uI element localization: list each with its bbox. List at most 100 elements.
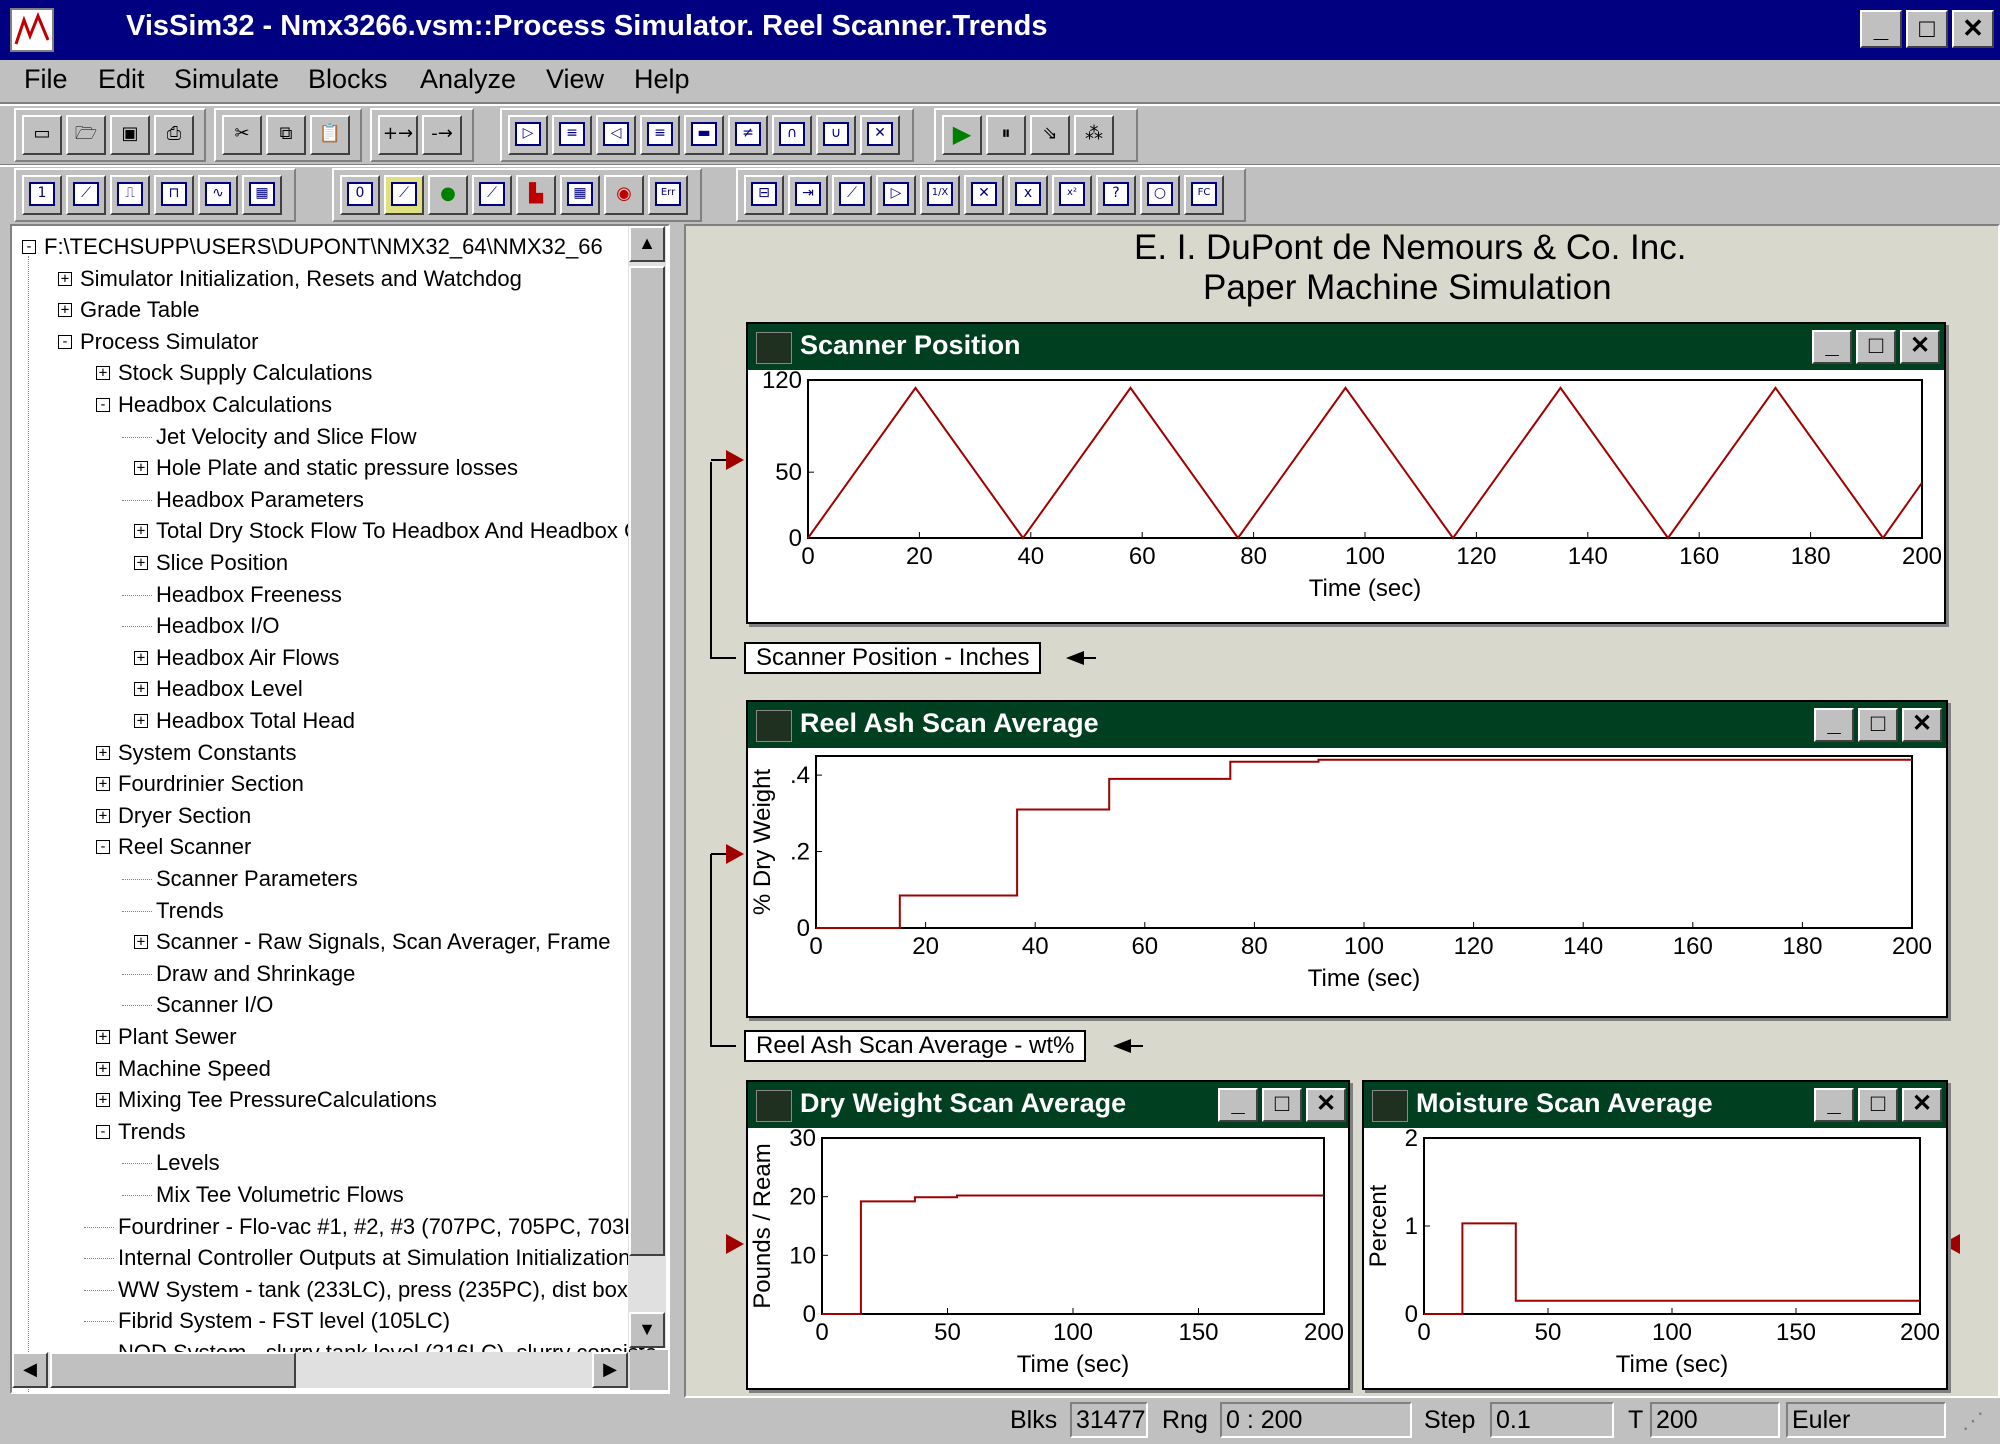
cut-icon[interactable]: ✂: [222, 115, 262, 155]
tree-item[interactable]: Process Simulator: [80, 327, 259, 357]
collapse-icon[interactable]: -: [58, 334, 72, 349]
tree-item[interactable]: Fourdriner - Flo-vac #1, #2, #3 (707PC, …: [118, 1212, 655, 1242]
tree-item[interactable]: Stock Supply Calculations: [118, 358, 372, 388]
block-tool-6-icon[interactable]: ≠: [728, 115, 768, 155]
plot-minimize-button[interactable]: _: [1812, 330, 1852, 364]
display-block-icon[interactable]: 0: [340, 175, 380, 215]
tree-item[interactable]: Headbox Parameters: [156, 485, 364, 515]
print-icon[interactable]: ⎙: [154, 115, 194, 155]
expand-icon[interactable]: +: [96, 777, 110, 792]
expand-icon[interactable]: +: [96, 1093, 110, 1108]
close-button[interactable]: ✕: [1952, 10, 1994, 48]
scroll-down-icon[interactable]: ▼: [629, 1312, 665, 1348]
plot-maximize-button[interactable]: □: [1858, 1088, 1898, 1122]
menu-view[interactable]: View: [546, 64, 604, 95]
tree-item[interactable]: Dryer Section: [118, 801, 251, 831]
pause-icon[interactable]: ⏸: [986, 115, 1026, 155]
expand-icon[interactable]: +: [58, 303, 72, 318]
meter-block-icon[interactable]: ▦: [560, 175, 600, 215]
expand-icon[interactable]: +: [134, 682, 148, 697]
plot-maximize-button[interactable]: □: [1856, 330, 1896, 364]
tree-item[interactable]: WW System - tank (233LC), press (235PC),…: [118, 1275, 654, 1305]
plot-window-moisture[interactable]: Moisture Scan Average _ □ ✕ 0 50 100 150 200…: [1362, 1080, 1948, 1390]
tree-item[interactable]: Fourdrinier Section: [118, 769, 304, 799]
tree-item[interactable]: Mixing Tee PressureCalculations: [118, 1085, 437, 1115]
plot-minimize-button[interactable]: _: [1814, 1088, 1854, 1122]
menu-edit[interactable]: Edit: [98, 64, 145, 95]
tree-item[interactable]: Mix Tee Volumetric Flows: [156, 1180, 404, 1210]
block-tool-3-icon[interactable]: ◁: [596, 115, 636, 155]
math-tool-4-icon[interactable]: ▷: [876, 175, 916, 215]
stop-block-icon[interactable]: ◉: [604, 175, 644, 215]
math-tool-6-icon[interactable]: ✕: [964, 175, 1004, 215]
expand-icon[interactable]: +: [96, 745, 110, 760]
tree-item[interactable]: Scanner - Raw Signals, Scan Averager, Fr…: [156, 927, 610, 957]
vertical-scroll-thumb[interactable]: [629, 266, 665, 1256]
math-tool-1-icon[interactable]: ⊟: [744, 175, 784, 215]
plot-close-button[interactable]: ✕: [1902, 1088, 1942, 1122]
tree-root[interactable]: F:\TECHSUPP\USERS\DUPONT\NMX32_64\NMX32_…: [44, 232, 603, 262]
step-block-icon[interactable]: ⎍: [110, 175, 150, 215]
math-tool-7-icon[interactable]: x: [1008, 175, 1048, 215]
play-icon[interactable]: ▶: [942, 115, 982, 155]
xy-plot-block-icon[interactable]: ⟋: [472, 175, 512, 215]
block-tool-1-icon[interactable]: ▷: [508, 115, 548, 155]
tree-item[interactable]: Simulator Initialization, Resets and Wat…: [80, 264, 522, 294]
light-block-icon[interactable]: ●: [428, 175, 468, 215]
plot-minimize-button[interactable]: _: [1218, 1088, 1258, 1122]
tree-item[interactable]: Total Dry Stock Flow To Headbox And Head…: [156, 516, 640, 546]
plot-window-scanner-position[interactable]: Scanner Position _ □ ✕ 0 20 40 60 80 100 120 14…: [746, 322, 1946, 624]
expand-icon[interactable]: +: [134, 556, 148, 570]
tree-item[interactable]: Fibrid System - FST level (105LC): [118, 1306, 450, 1336]
tree-item[interactable]: Scanner Parameters: [156, 864, 358, 894]
expand-icon[interactable]: +: [96, 366, 110, 381]
horizontal-scroll-thumb[interactable]: [50, 1352, 296, 1388]
tree-horizontal-scrollbar[interactable]: ◀ ▶: [12, 1352, 630, 1388]
scroll-up-icon[interactable]: ▲: [629, 226, 665, 262]
math-tool-10-icon[interactable]: ○: [1140, 175, 1180, 215]
tree-item[interactable]: Headbox Air Flows: [156, 643, 339, 673]
menu-help[interactable]: Help: [634, 64, 690, 95]
menu-simulate[interactable]: Simulate: [174, 64, 279, 95]
plot-window-reel-ash[interactable]: Reel Ash Scan Average _ □ ✕ 0 20 40 60 80 100…: [746, 700, 1948, 1018]
block-tool-5-icon[interactable]: ▬: [684, 115, 724, 155]
pulse-block-icon[interactable]: ⊓: [154, 175, 194, 215]
collapse-icon[interactable]: -: [96, 1124, 110, 1139]
app-icon[interactable]: [10, 8, 54, 52]
math-tool-8-icon[interactable]: x²: [1052, 175, 1092, 215]
plot-block-icon[interactable]: ⟋: [384, 175, 424, 215]
tree-vertical-scrollbar[interactable]: ▲ ▼: [628, 226, 666, 1348]
tree-item[interactable]: Machine Speed: [118, 1054, 271, 1084]
sine-block-icon[interactable]: ∿: [198, 175, 238, 215]
add-connector-icon[interactable]: +→: [378, 115, 418, 155]
tree-item[interactable]: Scanner I/O: [156, 990, 273, 1020]
tree-item[interactable]: Trends: [118, 1117, 186, 1147]
math-tool-5-icon[interactable]: 1/X: [920, 175, 960, 215]
tree-item[interactable]: Headbox Level: [156, 674, 303, 704]
plot-minimize-button[interactable]: _: [1814, 708, 1854, 742]
collapse-icon[interactable]: -: [96, 840, 110, 855]
menu-analyze[interactable]: Analyze: [420, 64, 516, 95]
minimize-button[interactable]: _: [1860, 10, 1902, 48]
math-tool-2-icon[interactable]: ⇥: [788, 175, 828, 215]
scanner-position-io-label[interactable]: Scanner Position - Inches: [744, 642, 1042, 674]
expand-icon[interactable]: +: [96, 1030, 110, 1044]
tree-item[interactable]: Draw and Shrinkage: [156, 959, 355, 989]
expand-icon[interactable]: +: [96, 808, 110, 823]
block-tool-4-icon[interactable]: ≡: [640, 115, 680, 155]
plot-window-dry-weight[interactable]: Dry Weight Scan Average _ □ ✕ 0 50 100 150 2…: [746, 1080, 1350, 1390]
scroll-right-icon[interactable]: ▶: [592, 1352, 628, 1388]
menu-file[interactable]: File: [24, 64, 68, 95]
tree-item[interactable]: Headbox Calculations: [118, 390, 332, 420]
block-tool-9-icon[interactable]: ✕: [860, 115, 900, 155]
plot-close-button[interactable]: ✕: [1900, 330, 1940, 364]
maximize-button[interactable]: □: [1906, 10, 1948, 48]
table-block-icon[interactable]: ▦: [242, 175, 282, 215]
error-block-icon[interactable]: Err: [648, 175, 688, 215]
expand-icon[interactable]: +: [58, 271, 72, 286]
tree-item[interactable]: Trends: [156, 896, 224, 926]
tree-item[interactable]: Hole Plate and static pressure losses: [156, 453, 518, 483]
tree-item[interactable]: Reel Scanner: [118, 832, 251, 862]
math-tool-3-icon[interactable]: ⟋: [832, 175, 872, 215]
tree-item[interactable]: Internal Controller Outputs at Simulatio…: [118, 1243, 630, 1273]
